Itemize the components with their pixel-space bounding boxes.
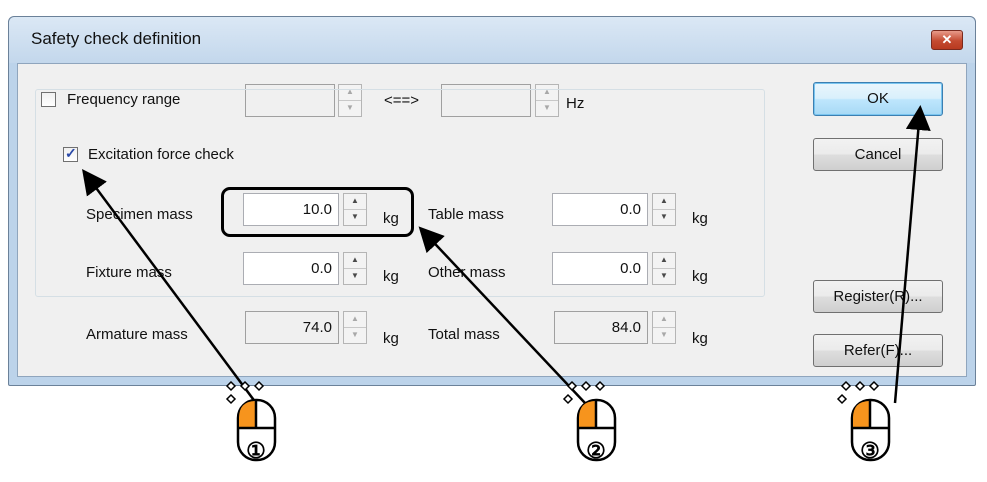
step-number-2: ② [586, 438, 606, 463]
arrow-to-excitation-checkbox [82, 168, 258, 404]
arrow-to-specimen-field [418, 226, 586, 404]
annotation-overlay [82, 105, 931, 462]
step-number-3: ③ [860, 438, 880, 463]
step-number-1: ① [246, 438, 266, 463]
arrow-to-ok-button [893, 105, 931, 404]
